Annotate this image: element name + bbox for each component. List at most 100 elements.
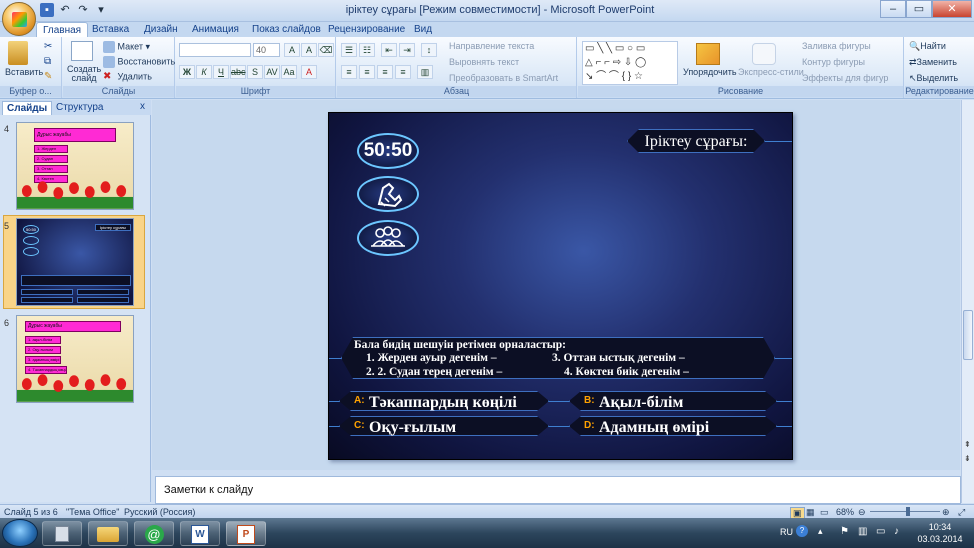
tab-view[interactable]: Вид xyxy=(408,22,438,38)
scroll-thumb[interactable] xyxy=(963,310,973,360)
shapes-gallery[interactable]: ▭ ╲ ╲ ▭ ○ ▭ △ ⌐ ⌐ ⇨ ⇩ ◯ ↘ ⌒ ⌒ { } ☆ xyxy=(582,41,678,85)
customize-qat-icon[interactable]: ▾ xyxy=(94,3,108,17)
answer-c[interactable]: C: Оқу-ғылым xyxy=(339,416,549,436)
flag-icon[interactable]: ⚑ xyxy=(840,526,849,537)
taskbar-app-calculator[interactable] xyxy=(42,521,82,546)
slide-thumb-5[interactable]: 50:50 Іріктеу сұрағы xyxy=(16,218,134,306)
tab-slides[interactable]: Слайды xyxy=(2,101,53,115)
power-icon[interactable]: ▭ xyxy=(876,526,885,537)
tab-review[interactable]: Рецензирование xyxy=(322,22,411,38)
tab-slideshow[interactable]: Показ слайдов xyxy=(246,22,327,38)
taskbar-app-powerpoint[interactable]: P xyxy=(226,521,266,546)
language-indicator[interactable]: Русский (Россия) xyxy=(124,507,195,517)
italic-icon[interactable]: К xyxy=(196,65,212,79)
smartart-button[interactable]: Преобразовать в SmartArt xyxy=(449,73,558,83)
shape-effects-button[interactable]: Эффекты для фигур xyxy=(802,73,888,83)
zoom-in-icon[interactable]: ⊕ xyxy=(942,507,950,518)
pane-close-icon[interactable]: x xyxy=(140,101,145,112)
undo-icon[interactable]: ↶ xyxy=(58,3,72,17)
arrange-icon[interactable] xyxy=(696,43,720,65)
shape-fill-button[interactable]: Заливка фигуры xyxy=(802,41,871,51)
vertical-scrollbar[interactable]: ⇞ ⇟ xyxy=(961,100,974,503)
ask-audience-icon[interactable] xyxy=(357,220,419,256)
align-text-button[interactable]: Выровнять текст xyxy=(449,57,519,67)
copy-icon[interactable]: ⧉ xyxy=(44,56,51,67)
tab-design[interactable]: Дизайн xyxy=(138,22,184,38)
line-spacing-icon[interactable]: ↕ xyxy=(421,43,437,57)
shape-outline-button[interactable]: Контур фигуры xyxy=(802,57,865,67)
quick-styles-icon[interactable] xyxy=(752,43,776,65)
format-painter-icon[interactable]: ✎ xyxy=(44,71,52,82)
minimize-button[interactable]: – xyxy=(880,0,906,18)
font-name-combo[interactable] xyxy=(179,43,251,57)
save-icon[interactable]: ▪ xyxy=(40,3,54,17)
start-button[interactable] xyxy=(2,519,38,547)
maximize-button[interactable]: ▭ xyxy=(906,0,932,18)
zoom-slider[interactable] xyxy=(870,511,940,512)
decrease-indent-icon[interactable]: ⇤ xyxy=(381,43,397,57)
slideshow-view-icon[interactable]: ▭ xyxy=(820,507,829,518)
justify-icon[interactable]: ≡ xyxy=(395,65,411,79)
tab-outline[interactable]: Структура xyxy=(52,101,107,115)
align-right-icon[interactable]: ≡ xyxy=(377,65,393,79)
slide-thumb-6[interactable]: Дұрыс жауабы 1. ақыл-білім 2. Оқу-ғылым … xyxy=(16,315,134,403)
change-case-icon[interactable]: Aa xyxy=(281,65,297,79)
slide-thumb-4[interactable]: Дұрыс жауабы 1. Жерден 2. Судан 3. Оттан… xyxy=(16,122,134,210)
new-slide-button[interactable]: Создать слайд xyxy=(67,65,101,83)
strike-icon[interactable]: abc xyxy=(230,65,246,79)
notes-pane[interactable]: Заметки к слайду xyxy=(155,476,961,504)
underline-icon[interactable]: Ч xyxy=(213,65,229,79)
delete-slide-button[interactable]: ✖ Удалить xyxy=(103,71,152,83)
reset-button[interactable]: Восстановить xyxy=(103,56,175,68)
new-slide-icon[interactable] xyxy=(71,41,93,61)
answer-d[interactable]: D: Адамның өмірі xyxy=(569,416,777,436)
current-slide[interactable]: 50:50 Іріктеу сұрағы: Бала бидің шешуін … xyxy=(328,112,793,460)
clear-format-icon[interactable]: ⌫ xyxy=(318,43,334,57)
network-icon[interactable]: ▥ xyxy=(858,526,867,537)
align-center-icon[interactable]: ≡ xyxy=(359,65,375,79)
taskbar-app-word[interactable]: W xyxy=(180,521,220,546)
lifeline-5050[interactable]: 50:50 xyxy=(357,133,419,169)
grow-font-icon[interactable]: A xyxy=(284,43,300,57)
tab-insert[interactable]: Вставка xyxy=(86,22,135,38)
font-color-icon[interactable]: A xyxy=(301,65,317,79)
prev-slide-icon[interactable]: ⇞ xyxy=(964,440,971,449)
quick-styles-button[interactable]: Экспресс-стили xyxy=(738,67,804,77)
select-button[interactable]: ↖Выделить xyxy=(909,73,958,84)
columns-icon[interactable]: ▥ xyxy=(417,65,433,79)
zoom-slider-thumb[interactable] xyxy=(906,507,910,516)
zoom-level[interactable]: 68% xyxy=(836,507,854,517)
help-icon[interactable]: ? xyxy=(796,525,808,537)
shrink-font-icon[interactable]: A xyxy=(301,43,317,57)
find-button[interactable]: 🔍Найти xyxy=(909,41,946,52)
spacing-icon[interactable]: AV xyxy=(264,65,280,79)
layout-button[interactable]: Макет ▾ xyxy=(103,41,150,53)
phone-a-friend-icon[interactable] xyxy=(357,176,419,212)
clock[interactable]: 10:34 03.03.2014 xyxy=(912,521,968,545)
fit-slide-icon[interactable]: ⤢ xyxy=(958,507,965,518)
sorter-view-icon[interactable]: ▦ xyxy=(806,507,815,518)
answer-a[interactable]: A: Тәкаппардың көңілі xyxy=(339,391,549,411)
tab-home[interactable]: Главная xyxy=(36,22,89,38)
office-button[interactable] xyxy=(2,2,36,36)
align-left-icon[interactable]: ≡ xyxy=(341,65,357,79)
arrange-button[interactable]: Упорядочить xyxy=(683,67,737,77)
zoom-out-icon[interactable]: ⊖ xyxy=(858,507,866,518)
shadow-icon[interactable]: S xyxy=(247,65,263,79)
text-direction-button[interactable]: Направление текста xyxy=(449,41,534,51)
paste-button[interactable]: Вставить xyxy=(5,67,43,77)
numbering-icon[interactable]: ☷ xyxy=(359,43,375,57)
paste-icon[interactable] xyxy=(8,41,28,65)
tray-expand-icon[interactable]: ▴ xyxy=(818,526,823,537)
taskbar-app-explorer[interactable] xyxy=(88,521,128,546)
font-size-combo[interactable]: 40 xyxy=(253,43,280,57)
language-bar[interactable]: RU xyxy=(780,527,793,537)
volume-icon[interactable]: ♪ xyxy=(894,526,899,537)
tab-animation[interactable]: Анимация xyxy=(186,22,245,38)
redo-icon[interactable]: ↷ xyxy=(76,3,90,17)
increase-indent-icon[interactable]: ⇥ xyxy=(399,43,415,57)
close-button[interactable]: ✕ xyxy=(932,0,972,18)
replace-button[interactable]: ⇄Заменить xyxy=(909,57,957,68)
bullets-icon[interactable]: ☰ xyxy=(341,43,357,57)
bold-icon[interactable]: Ж xyxy=(179,65,195,79)
